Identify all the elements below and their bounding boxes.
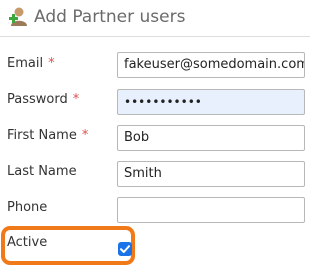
- last-name-label: Last Name: [7, 164, 77, 179]
- add-user-icon: [8, 6, 28, 28]
- dialog-header: Add Partner users: [0, 0, 310, 37]
- dialog-title: Add Partner users: [34, 7, 186, 27]
- active-label: Active: [7, 235, 48, 250]
- first-name-label: First Name *: [7, 128, 89, 143]
- password-field[interactable]: •••••••••••: [117, 89, 305, 115]
- phone-field[interactable]: [117, 197, 305, 223]
- required-marker: *: [48, 56, 55, 71]
- required-marker: *: [72, 92, 80, 107]
- active-checkbox[interactable]: [118, 242, 132, 256]
- email-label: Email *: [7, 56, 55, 71]
- last-name-field[interactable]: Smith: [117, 161, 305, 187]
- email-field[interactable]: fakeuser@somedomain.com: [117, 52, 305, 78]
- first-name-field[interactable]: Bob: [117, 125, 305, 151]
- password-label: Password *: [7, 92, 80, 107]
- checkmark-icon: [120, 245, 130, 253]
- phone-label: Phone: [7, 200, 48, 215]
- required-marker: *: [81, 128, 89, 143]
